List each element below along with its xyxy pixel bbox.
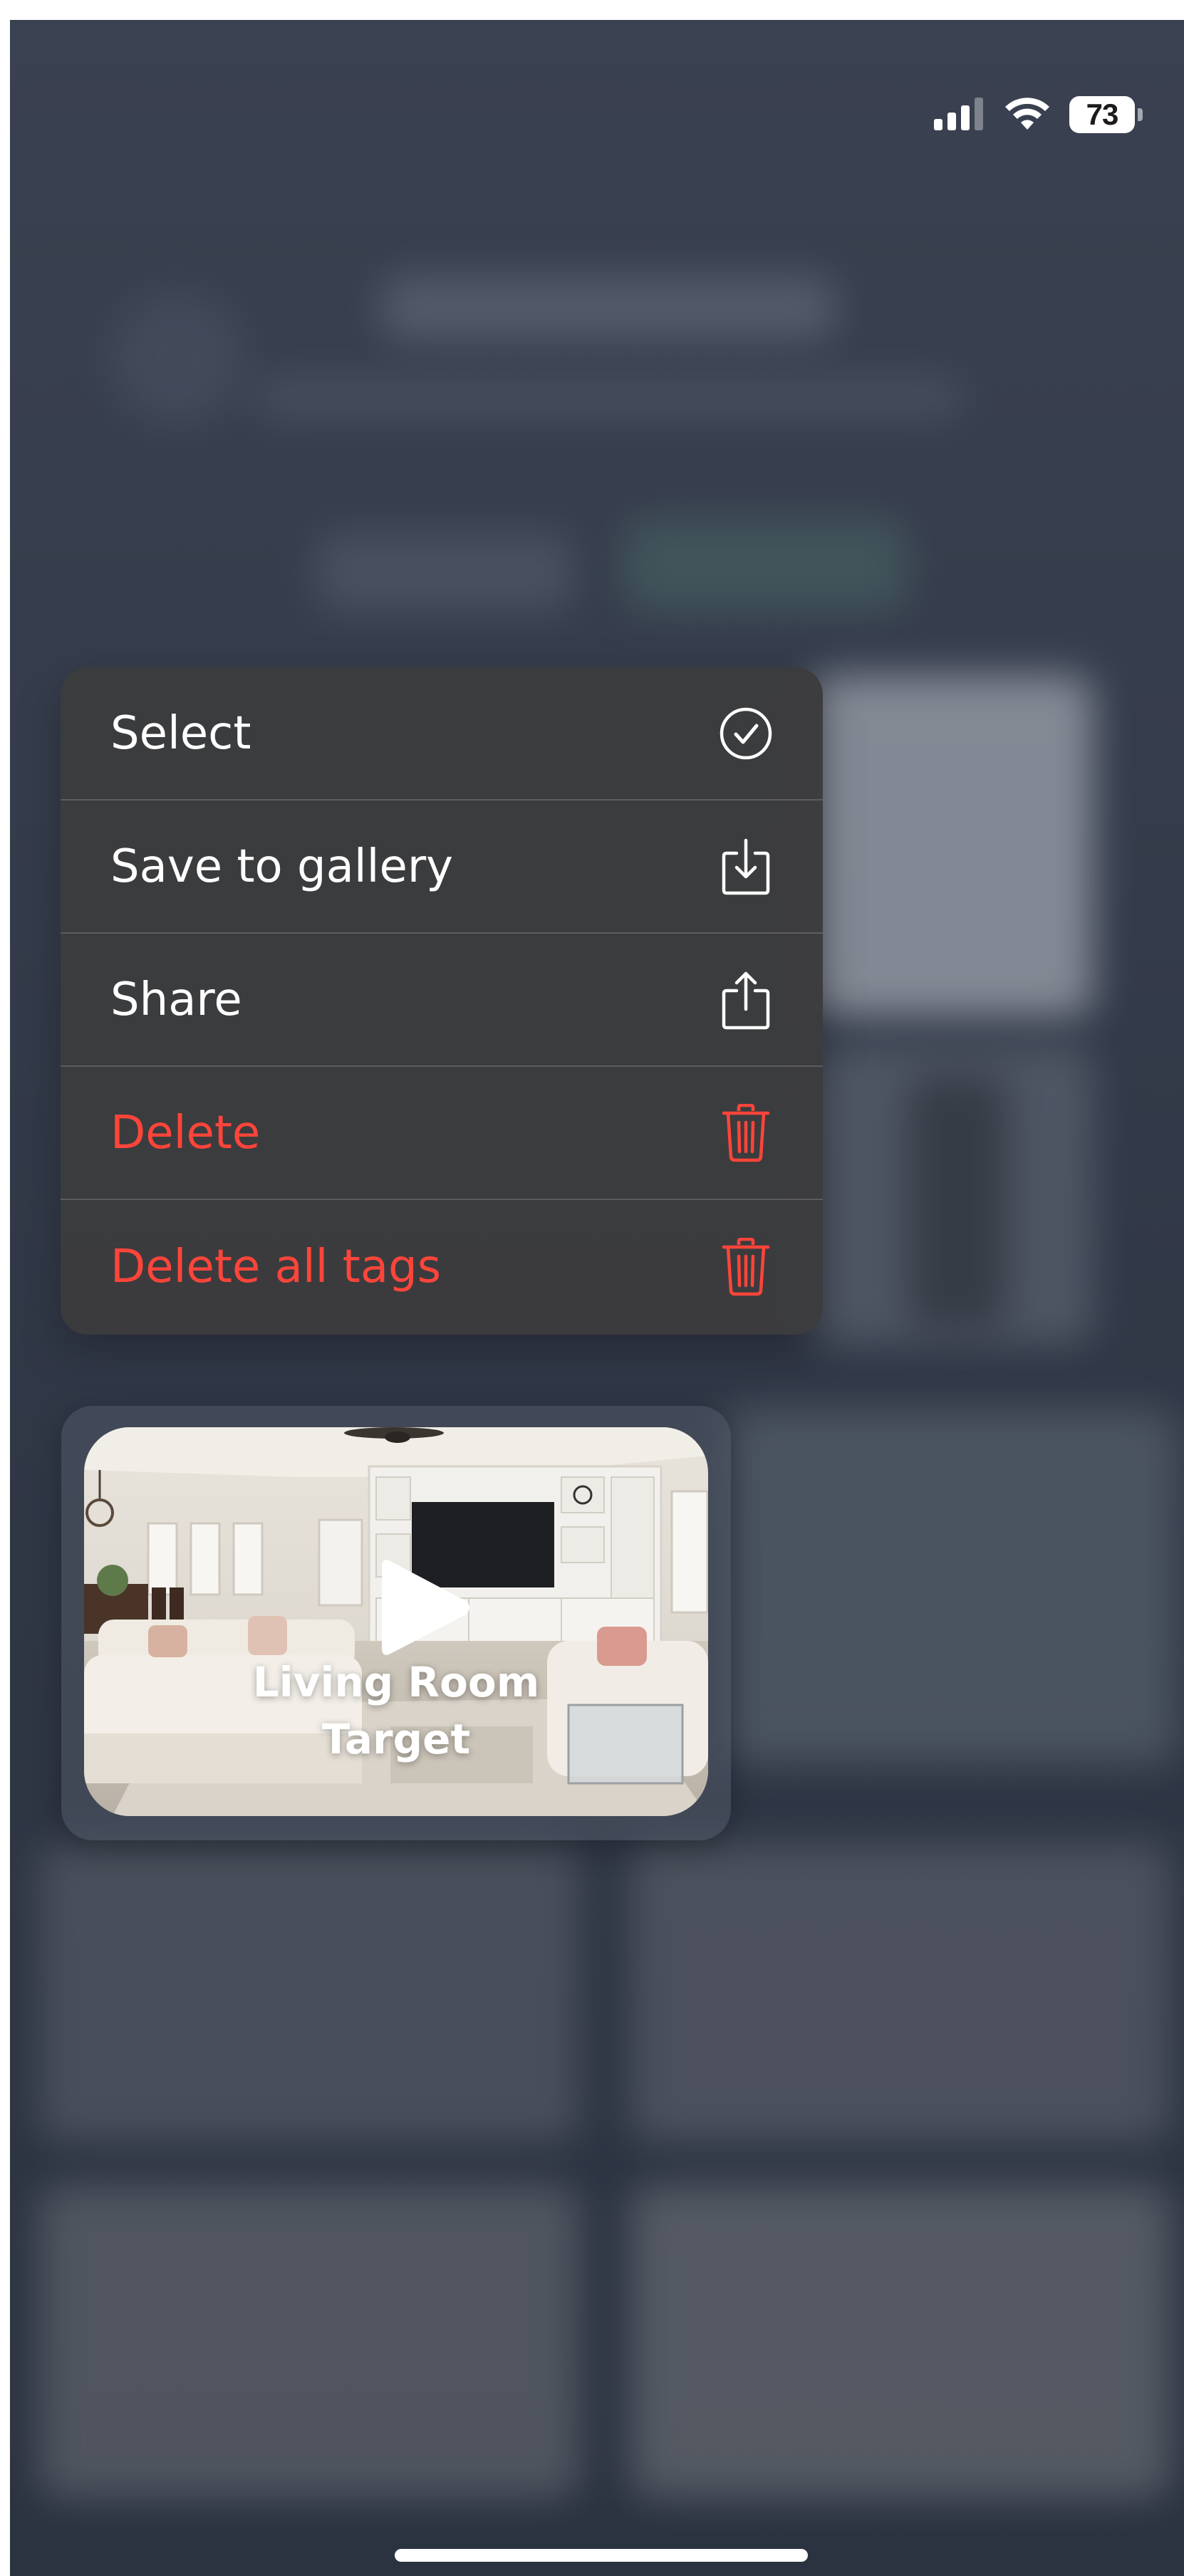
menu-item-label: Delete — [110, 1106, 261, 1159]
menu-item-delete-all-tags[interactable]: Delete all tags — [61, 1200, 823, 1333]
context-menu: Select Save to gallery Share Delete Dele… — [61, 667, 823, 1335]
blurred-thumbnail — [38, 1843, 580, 2142]
blurred-thumbnail — [722, 1409, 1178, 1765]
trash-icon — [717, 1103, 774, 1162]
blurred-thumbnail — [38, 2185, 580, 2498]
video-title-line1: Living Room — [252, 1658, 540, 1706]
blurred-tab — [623, 518, 908, 611]
menu-item-delete[interactable]: Delete — [61, 1067, 823, 1200]
screen: 73 Select Save to gallery Share Delete D… — [10, 20, 1184, 2576]
menu-item-share[interactable]: Share — [61, 934, 823, 1067]
video-title-line2: Target — [321, 1715, 471, 1763]
cellular-signal-icon — [934, 96, 985, 133]
blurred-thumbnail — [630, 1843, 1171, 2142]
blurred-subtitle — [252, 376, 965, 419]
battery-indicator: 73 — [1069, 96, 1143, 133]
share-icon — [717, 971, 774, 1029]
blurred-thumbnail — [808, 675, 1093, 1017]
home-indicator[interactable] — [395, 2549, 808, 2562]
video-thumbnail[interactable]: Living Room Target — [84, 1427, 708, 1816]
menu-item-select[interactable]: Select — [61, 667, 823, 801]
checkmark-circle-icon — [717, 705, 774, 762]
menu-item-label: Save to gallery — [110, 840, 453, 893]
video-title: Living Room Target — [84, 1654, 708, 1768]
menu-item-label: Share — [110, 973, 242, 1026]
menu-item-save-to-gallery[interactable]: Save to gallery — [61, 801, 823, 934]
battery-cap — [1138, 108, 1143, 121]
blurred-tab — [316, 533, 573, 611]
blurred-thumbnail — [908, 1074, 1007, 1330]
blurred-title — [380, 276, 836, 340]
battery-level: 73 — [1069, 96, 1135, 133]
blurred-thumbnail — [630, 2185, 1171, 2498]
video-preview-card[interactable]: Living Room Target — [61, 1406, 731, 1840]
blurred-avatar — [110, 291, 245, 426]
trash-icon — [717, 1237, 774, 1295]
wifi-icon — [1004, 95, 1051, 134]
menu-item-label: Select — [110, 706, 251, 760]
download-tray-icon — [717, 838, 774, 895]
status-bar: 73 — [934, 90, 1143, 140]
play-icon[interactable] — [375, 1554, 474, 1661]
menu-item-label: Delete all tags — [110, 1240, 442, 1293]
